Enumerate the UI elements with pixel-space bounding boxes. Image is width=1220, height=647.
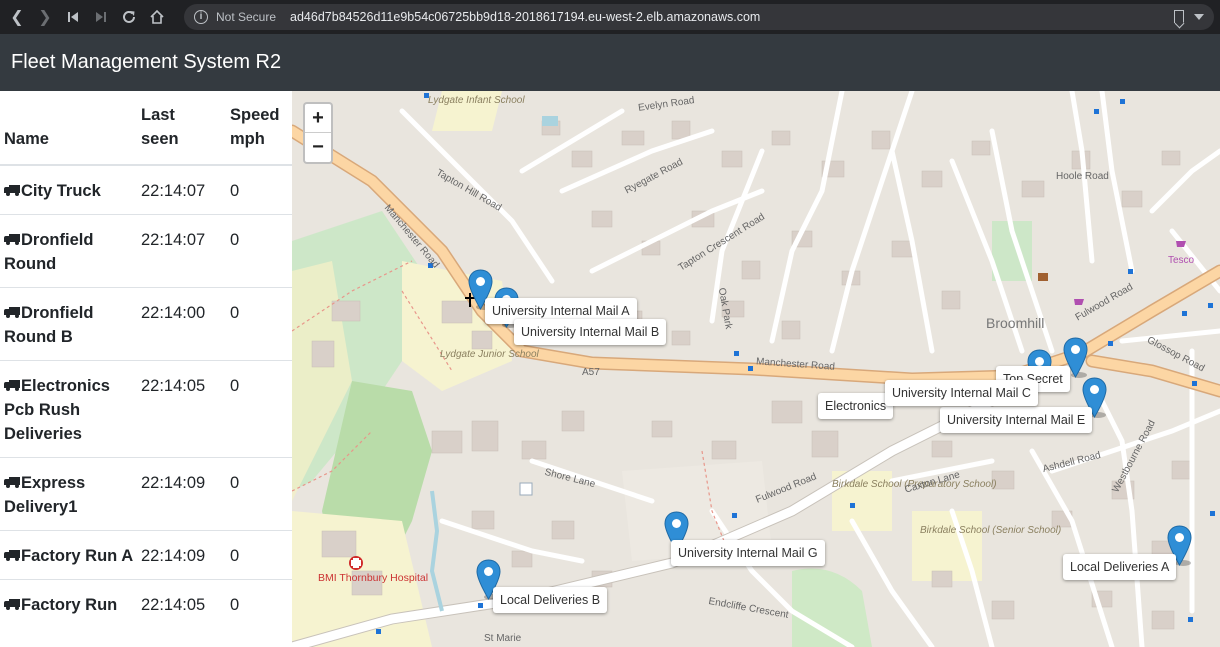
- vehicle-table: Name Last seen Speed mph City Truck 22:14:0…: [0, 91, 292, 628]
- header-seen-label: seen: [141, 130, 179, 148]
- table-row[interactable]: City Truck 22:14:07 0: [0, 164, 292, 215]
- vehicle-last-seen: 22:14:05: [137, 579, 226, 628]
- header-last-label: Last: [141, 106, 175, 124]
- vehicle-last-seen: 22:14:07: [137, 214, 226, 288]
- vehicle-speed: 0: [226, 214, 292, 288]
- vehicle-last-seen: 22:14:09: [137, 457, 226, 531]
- header-mph-label: mph: [230, 130, 265, 148]
- vehicle-name[interactable]: Dronfield Round: [0, 214, 137, 288]
- place-broomhill: Broomhill: [986, 315, 1045, 331]
- vehicle-last-seen: 22:14:05: [137, 360, 226, 458]
- app-title[interactable]: Fleet Management System R2: [11, 51, 281, 74]
- place-birkdale-senior: Birkdale School (Senior School): [920, 525, 1062, 536]
- table-row[interactable]: Factory Run A 22:14:09 0: [0, 530, 292, 580]
- header-name-label: Name: [4, 130, 49, 148]
- bookmark-icon[interactable]: [1174, 10, 1184, 23]
- vehicle-last-seen: 22:14:00: [137, 287, 226, 361]
- vehicle-speed: 0: [226, 287, 292, 361]
- vehicle-last-seen: 22:14:09: [137, 530, 226, 580]
- column-header-name: Name: [0, 91, 137, 166]
- forward-icon[interactable]: ❯: [34, 6, 56, 28]
- road-hoole-road: Hoole Road: [1056, 171, 1109, 182]
- table-row[interactable]: Factory Run 22:14:05 0: [0, 579, 292, 628]
- security-label: Not Secure: [216, 10, 277, 24]
- vehicle-speed: 0: [226, 164, 292, 215]
- back-icon[interactable]: ❮: [6, 6, 28, 28]
- vehicle-name[interactable]: Factory Run: [0, 579, 137, 628]
- vehicle-name-text: Factory Run: [21, 596, 118, 614]
- truck-icon: [4, 185, 20, 196]
- url-text[interactable]: ad46d7b84526d11e9b54c06725bb9d18-2018617…: [290, 10, 760, 24]
- truck-icon: [4, 234, 20, 245]
- vehicle-name-text: Factory Run A: [21, 547, 134, 565]
- vehicle-list-panel: Name Last seen Speed mph City Truck 22:14:0…: [0, 91, 292, 647]
- truck-icon: [4, 477, 20, 488]
- place-st-marie: St Marie: [484, 633, 522, 644]
- map-view[interactable]: Broomhill Manchester Road Manchester Roa…: [292, 91, 1220, 647]
- place-lydgate-infant-school: Lydgate Infant School: [428, 95, 525, 106]
- vehicle-name[interactable]: Express Delivery1: [0, 457, 137, 531]
- marker-label-local-deliveries-b[interactable]: Local Deliveries B: [493, 587, 608, 613]
- vehicle-name[interactable]: Dronfield Round B: [0, 287, 137, 361]
- skip-back-icon[interactable]: [62, 6, 84, 28]
- table-row[interactable]: Dronfield Round B 22:14:00 0: [0, 287, 292, 361]
- place-tesco: Tesco: [1168, 255, 1195, 266]
- vehicle-speed: 0: [226, 530, 292, 580]
- marker-label-university-mail-e[interactable]: University Internal Mail E: [940, 407, 1093, 433]
- address-bar[interactable]: i Not Secure ad46d7b84526d11e9b54c06725b…: [184, 4, 1214, 30]
- truck-icon: [4, 550, 20, 561]
- truck-icon: [4, 380, 20, 391]
- info-icon[interactable]: i: [194, 10, 208, 24]
- place-lydgate-junior-school: Lydgate Junior School: [440, 349, 539, 360]
- marker-label-local-deliveries-a[interactable]: Local Deliveries A: [1063, 554, 1177, 580]
- vehicle-name[interactable]: City Truck: [0, 164, 137, 215]
- place-birkdale-prep: Birkdale School (Preparatory School): [832, 479, 997, 490]
- skip-forward-icon[interactable]: [90, 6, 112, 28]
- table-row[interactable]: Electronics Pcb Rush Deliveries 22:14:05 0: [0, 360, 292, 458]
- column-header-speed: Speed mph: [226, 91, 292, 166]
- truck-icon: [4, 307, 20, 318]
- vehicle-name[interactable]: Factory Run A: [0, 530, 137, 580]
- app-navbar: Fleet Management System R2: [0, 34, 1220, 91]
- dropdown-caret-icon[interactable]: [1194, 14, 1204, 20]
- zoom-control: + −: [303, 102, 333, 164]
- table-row[interactable]: Express Delivery1 22:14:09 0: [0, 457, 292, 531]
- zoom-out-button[interactable]: −: [305, 133, 331, 162]
- vehicle-name-text: City Truck: [21, 182, 101, 200]
- vehicle-speed: 0: [226, 457, 292, 531]
- table-header-row: Name Last seen Speed mph: [0, 91, 292, 166]
- vehicle-name[interactable]: Electronics Pcb Rush Deliveries: [0, 360, 137, 458]
- marker-label-university-mail-c[interactable]: University Internal Mail C: [885, 380, 1038, 406]
- vehicle-last-seen: 22:14:07: [137, 164, 226, 215]
- table-row[interactable]: Dronfield Round 22:14:07 0: [0, 214, 292, 288]
- marker-label-university-mail-b[interactable]: University Internal Mail B: [514, 319, 667, 345]
- header-speed-label: Speed: [230, 106, 280, 124]
- reload-icon[interactable]: [118, 6, 140, 28]
- vehicle-speed: 0: [226, 579, 292, 628]
- marker-label-electronics[interactable]: Electronics: [818, 393, 894, 419]
- column-header-last-seen: Last seen: [137, 91, 226, 166]
- browser-toolbar: ❮ ❯ i Not Secure ad46d7b84526d11e9b54c06…: [0, 0, 1220, 34]
- marker-label-university-mail-g[interactable]: University Internal Mail G: [671, 540, 825, 566]
- home-icon[interactable]: [146, 6, 168, 28]
- truck-icon: [4, 599, 20, 610]
- zoom-in-button[interactable]: +: [305, 104, 331, 133]
- place-bmi-hospital: BMI Thornbury Hospital: [318, 572, 429, 584]
- vehicle-speed: 0: [226, 360, 292, 458]
- road-a57: A57: [582, 367, 600, 378]
